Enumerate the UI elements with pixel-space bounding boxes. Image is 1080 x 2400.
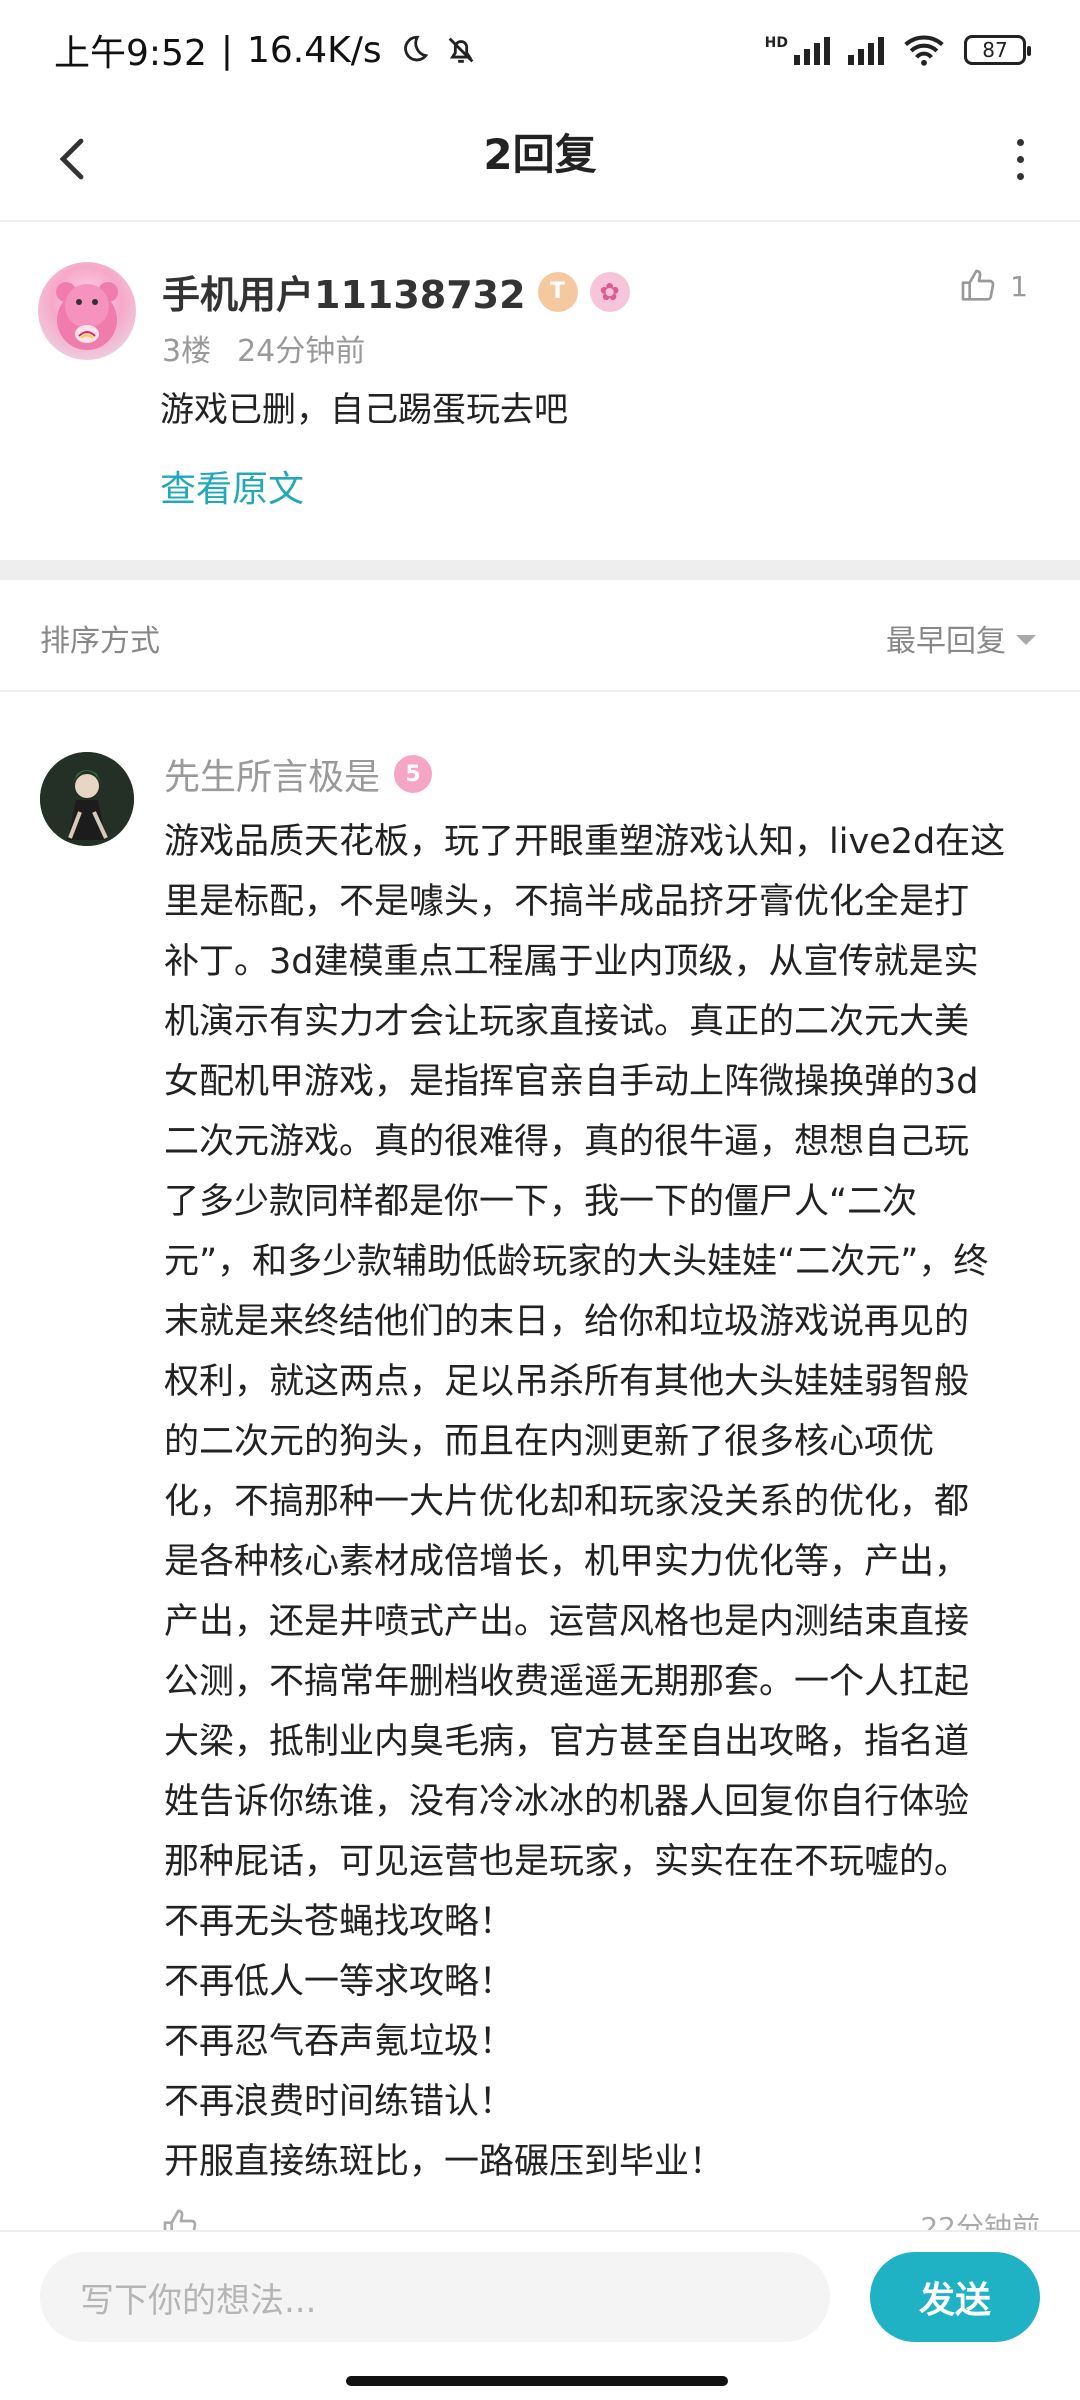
reply-line: 大梁，抵制业内臭毛病，官方甚至自出攻略，指名道 <box>164 1722 970 1762</box>
reply-line: 二次元游戏。真的很难得，真的很牛逼，想想自己玩 <box>164 1122 970 1162</box>
thumbs-up-icon <box>961 269 995 301</box>
reply-line: 女配机甲游戏，是指挥官亲自手动上阵微操换弹的3d <box>164 1062 979 1102</box>
like-count: 1 <box>1010 269 1028 303</box>
status-time: 上午9:52 <box>54 33 207 74</box>
main-comment: 手机用户11138732 T ✿ 3楼 24分钟前 游戏已删，自己踢蛋玩去吧 查… <box>0 224 1080 560</box>
reply-line: 元”，和多少款辅助低龄玩家的大头娃娃“二次元”，终 <box>164 1242 989 1282</box>
reply-line: 开服直接练斑比，一路碾压到毕业！ <box>164 2142 725 2182</box>
reply-line: 不再忍气吞声氪垃圾！ <box>164 2022 515 2062</box>
sort-label: 排序方式 <box>40 624 160 659</box>
page-title: 2回复 <box>483 130 597 179</box>
status-right: HD 87 <box>765 33 1031 67</box>
reply-line: 不再无头苍蝇找攻略！ <box>164 1902 515 1942</box>
reply-line: 不再低人一等求攻略！ <box>164 1962 515 2002</box>
moon-icon <box>403 35 428 62</box>
reply-line: 产出，还是井喷式产出。运营风格也是内测结束直接 <box>164 1602 970 1642</box>
reply-line: 姓告诉你练谁，没有冷冰冰的机器人回复你自行体验 <box>164 1782 970 1822</box>
reply-line: 游戏品质天花板，玩了开眼重塑游戏认知，live2d在这 <box>164 822 1006 862</box>
hd-signal-icon: HD <box>765 35 830 65</box>
comment-meta: 3楼 24分钟前 <box>162 326 365 370</box>
reply-line: 那种屁话，可见运营也是玩家，实实在在不玩嘘的。 <box>164 1842 970 1882</box>
wifi-icon <box>904 35 944 66</box>
reply-line: 了多少款同样都是你一下，我一下的僵尸人“二次 <box>164 1182 918 1222</box>
more-options-icon[interactable] <box>990 124 1050 194</box>
reply-line: 是各种核心素材成倍增长，机甲实力优化等，产出， <box>164 1542 970 1582</box>
badge-t-icon: T <box>537 271 578 312</box>
send-button[interactable]: 发送 <box>870 2252 1040 2342</box>
avatar[interactable] <box>40 752 134 846</box>
status-bar: 上午9:52 | 16.4K/s HD 87 <box>0 0 1080 100</box>
status-left: 上午9:52 | 16.4K/s <box>54 24 478 76</box>
signal-icon <box>848 35 884 65</box>
comment-time: 24分钟前 <box>237 334 366 369</box>
reply-line: 末就是来终结他们的末日，给你和垃圾游戏说再见的 <box>164 1302 970 1342</box>
battery-icon: 87 <box>964 35 1031 65</box>
reply-line: 里是标配，不是噱头，不搞半成品挤牙膏优化全是打 <box>164 882 970 922</box>
comment-input[interactable]: 写下你的想法... <box>40 2252 830 2342</box>
badge-flower-icon: ✿ <box>589 271 630 312</box>
reply-item: 先生所言极是 5 游戏品质天花板，玩了开眼重塑游戏认知，live2d在这 里是标… <box>0 694 1080 2236</box>
hd-label: HD <box>764 35 788 51</box>
comment-input-bar: 写下你的想法... 发送 <box>0 2230 1080 2360</box>
level-badge: 5 <box>394 755 433 793</box>
reply-line: 的二次元的狗头，而且在内测更新了很多核心项优 <box>164 1422 935 1462</box>
bell-off-icon <box>448 37 473 63</box>
floor-number: 3楼 <box>162 334 212 369</box>
reply-line: 化，不搞那种一大片优化却和玩家没关系的优化，都 <box>164 1482 970 1522</box>
header: 2回复 <box>0 100 1080 222</box>
comment-content: 游戏已删，自己踢蛋玩去吧 <box>160 390 568 430</box>
reply-line: 机演示有实力才会让玩家直接试。真正的二次元大美 <box>164 1002 970 1042</box>
username[interactable]: 先生所言极是 <box>164 748 380 800</box>
reply-line: 公测，不搞常年删档收费遥遥无期那套。一个人扛起 <box>164 1662 970 1702</box>
sort-dropdown[interactable]: 最早回复 <box>886 616 1036 660</box>
home-indicator[interactable] <box>346 2376 728 2386</box>
sort-bar: 排序方式 最早回复 <box>0 580 1080 692</box>
chevron-down-icon <box>1016 635 1036 645</box>
status-net-speed: 16.4K/s <box>246 29 382 71</box>
status-separator: | <box>220 29 233 71</box>
reply-author[interactable]: 先生所言极是 5 <box>164 748 433 800</box>
comment-author[interactable]: 手机用户11138732 T ✿ <box>162 264 630 319</box>
section-divider <box>0 560 1080 580</box>
avatar[interactable] <box>38 262 136 360</box>
reply-line: 补丁。3d建模重点工程属于业内顶级，从宣传就是实 <box>164 942 979 982</box>
sort-value[interactable]: 最早回复 <box>886 616 1006 660</box>
reply-content: 游戏品质天花板，玩了开眼重塑游戏认知，live2d在这 里是标配，不是噱头，不搞… <box>164 812 1044 2192</box>
view-original-link[interactable]: 查看原文 <box>160 460 304 512</box>
like-button[interactable]: 1 <box>958 266 1028 306</box>
reply-line: 不再浪费时间练错认！ <box>164 2082 515 2122</box>
reply-line: 权利，就这两点，足以吊杀所有其他大头娃娃弱智般 <box>164 1362 970 1402</box>
username[interactable]: 手机用户11138732 <box>162 264 526 319</box>
